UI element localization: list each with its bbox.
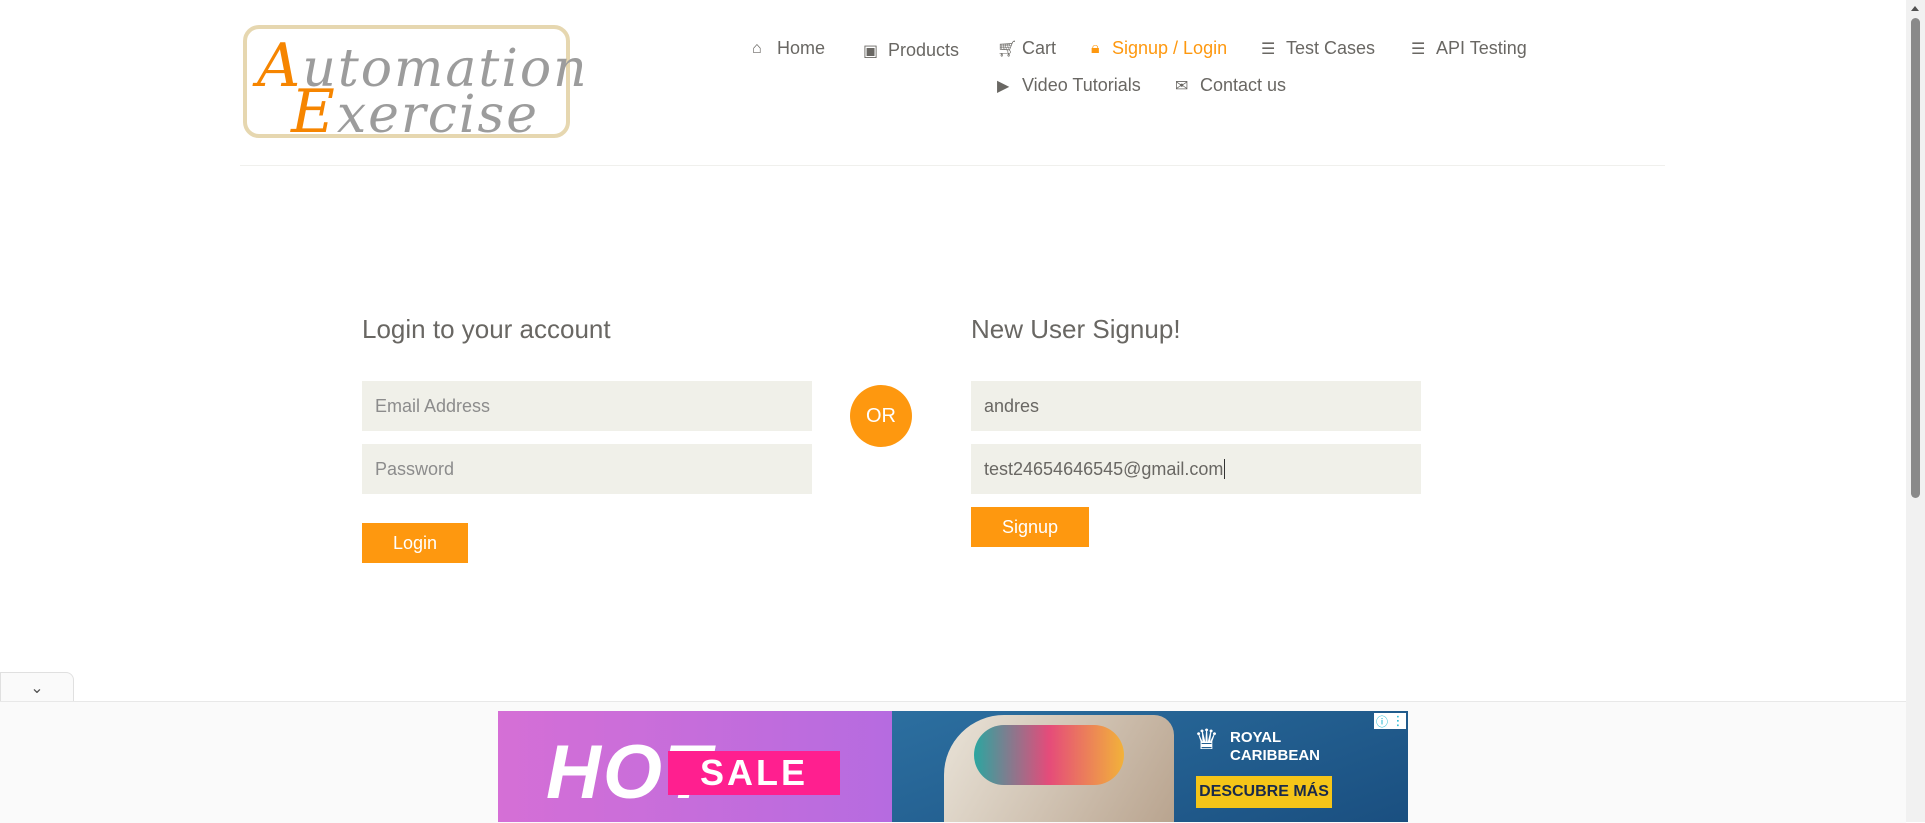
ad-collapse-toggle[interactable]: ⌄ <box>0 672 74 703</box>
nav-test-cases[interactable]: ☰ Test Cases <box>1261 38 1375 59</box>
ad-menu-icon[interactable]: ⋮ <box>1390 713 1406 729</box>
youtube-icon: ▶ <box>997 77 1010 95</box>
nav-api-testing[interactable]: ☰ API Testing <box>1411 38 1527 59</box>
header-divider <box>240 165 1665 166</box>
cart-icon: 🛒︎ <box>997 40 1018 58</box>
scrollbar-thumb[interactable] <box>1911 18 1920 498</box>
briefcase-icon: ▣ <box>863 42 879 60</box>
envelope-icon: ✉ <box>1175 77 1189 95</box>
nav-contact-us[interactable]: ✉ Contact us <box>1175 75 1286 96</box>
chevron-down-icon: ⌄ <box>30 680 44 697</box>
ad-right-panel: ♛ ROYAL CARIBBEAN DESCUBRE MÁS <box>892 711 1408 822</box>
nav-home[interactable]: ⌂ Home <box>752 38 825 59</box>
home-icon: ⌂ <box>752 39 762 57</box>
ship-deck-image <box>974 725 1124 785</box>
list-icon: ☰ <box>1411 40 1426 58</box>
ad-banner[interactable]: HOT SALE ♛ ROYAL CARIBBEAN DESCUBRE MÁS … <box>498 711 1408 822</box>
lock-icon: 🔒︎ <box>1091 39 1100 57</box>
ad-brand: ♛ ROYAL CARIBBEAN <box>1194 724 1320 765</box>
login-button[interactable]: Login <box>362 523 468 563</box>
login-email-input[interactable]: Email Address <box>362 381 812 431</box>
login-password-input[interactable]: Password <box>362 444 812 494</box>
list-icon: ☰ <box>1261 40 1276 58</box>
signup-button[interactable]: Signup <box>971 507 1089 547</box>
nav-video-tutorials[interactable]: ▶ Video Tutorials <box>997 75 1141 96</box>
signup-name-input[interactable]: andres <box>971 381 1421 431</box>
or-separator: OR <box>850 385 912 447</box>
logo-line-2: Exercise <box>291 77 539 147</box>
scroll-up-icon[interactable] <box>1911 6 1919 11</box>
signup-email-value: test24654646545@gmail.com <box>984 458 1224 479</box>
login-title: Login to your account <box>362 314 611 344</box>
ad-info-icon[interactable]: ⓘ <box>1374 713 1390 729</box>
nav-products[interactable]: ▣ Products <box>863 40 959 61</box>
signup-title: New User Signup! <box>971 314 1181 344</box>
vertical-scrollbar[interactable] <box>1906 0 1925 822</box>
nav-signup-login[interactable]: 🔒︎ Signup / Login <box>1091 38 1227 59</box>
nav-cart[interactable]: 🛒︎ Cart <box>997 38 1056 59</box>
text-cursor <box>1224 459 1226 479</box>
ad-cta-button[interactable]: DESCUBRE MÁS <box>1196 776 1332 808</box>
signup-email-input[interactable]: test24654646545@gmail.com <box>971 444 1421 494</box>
crown-icon: ♛ <box>1194 724 1220 755</box>
ad-left-panel: HOT SALE <box>498 711 892 822</box>
ad-sale-text: SALE <box>668 751 840 795</box>
site-logo[interactable]: Automation Exercise <box>243 25 587 147</box>
